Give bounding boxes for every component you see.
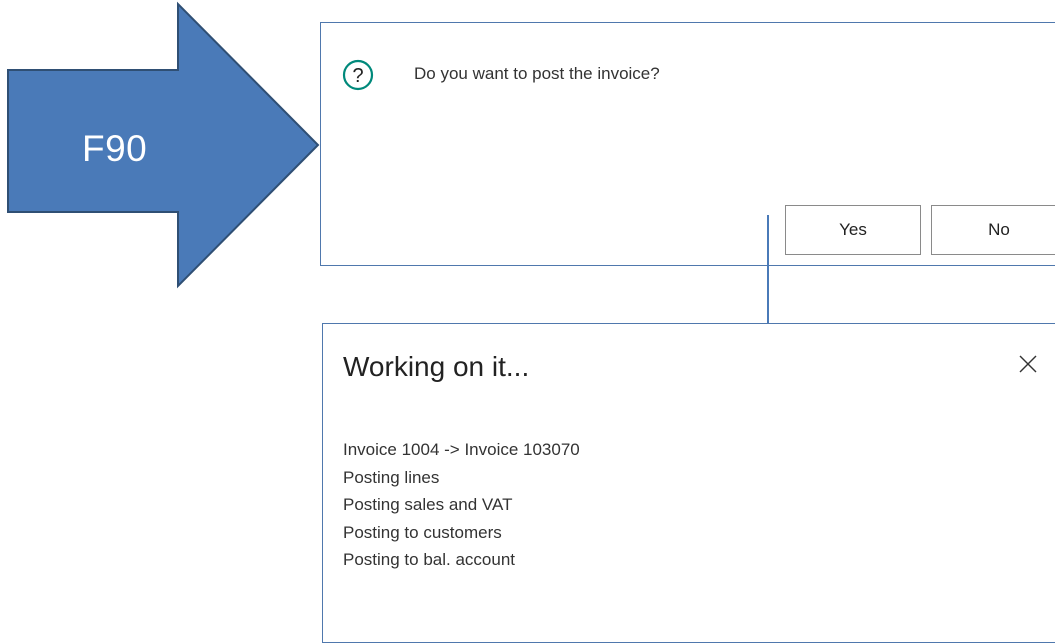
confirm-message: Do you want to post the invoice? bbox=[414, 64, 660, 83]
status-line: Posting to bal. account bbox=[343, 550, 516, 569]
yes-button[interactable]: Yes bbox=[785, 205, 921, 255]
close-icon[interactable] bbox=[1018, 354, 1038, 374]
status-line: Posting lines bbox=[343, 467, 440, 487]
confirm-dialog: ? Do you want to post the invoice? Yes N… bbox=[320, 22, 1055, 266]
progress-dialog: Working on it... Invoice 1004 -> Invoice… bbox=[322, 323, 1055, 643]
no-button[interactable]: No bbox=[931, 205, 1055, 255]
status-line: Posting to customers bbox=[343, 522, 502, 542]
arrow-label: F90 bbox=[82, 128, 148, 169]
status-list: Invoice 1004 -> Invoice 103070 Posting l… bbox=[343, 436, 580, 574]
status-line: Invoice 1004 -> Invoice 103070 bbox=[343, 440, 580, 459]
svg-text:?: ? bbox=[352, 65, 363, 87]
status-line: Posting sales and VAT bbox=[343, 495, 513, 514]
question-circle-icon: ? bbox=[342, 59, 374, 91]
f90-arrow: F90 bbox=[0, 0, 330, 300]
progress-title: Working on it... bbox=[343, 351, 530, 382]
